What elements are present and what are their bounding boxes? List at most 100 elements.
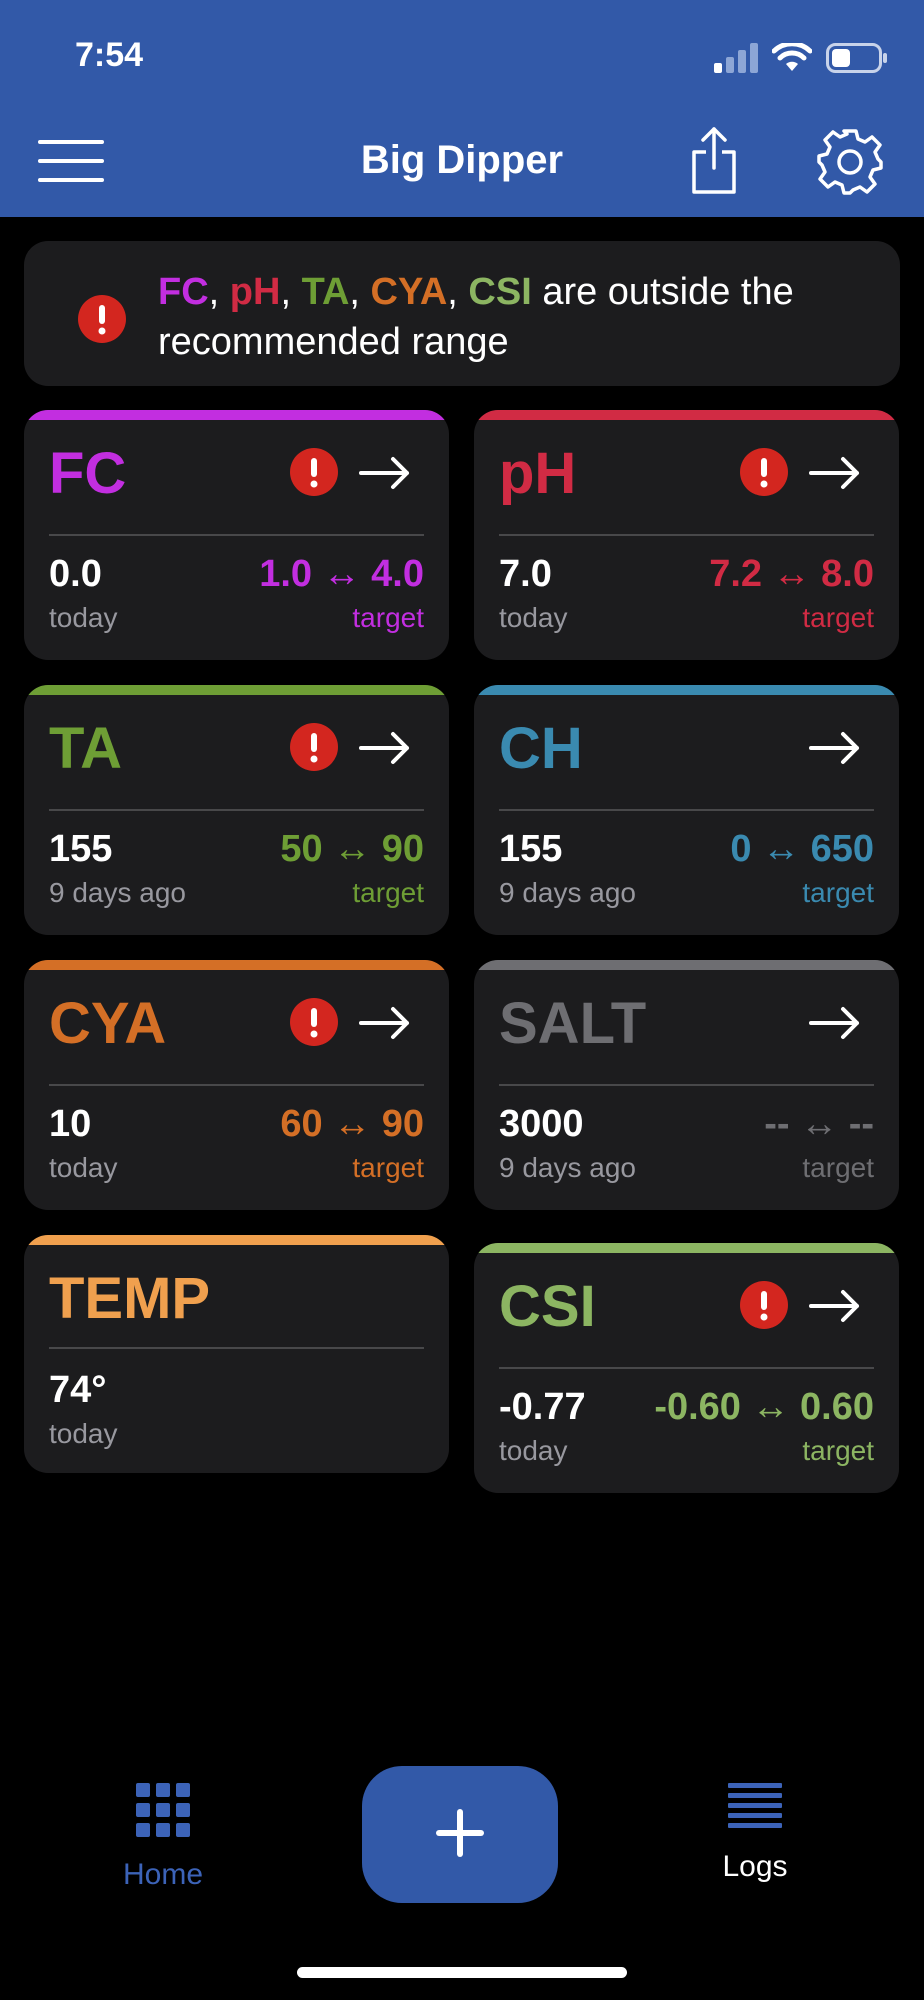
card-csi[interactable]: CSI -0.77 today -0.60 ↔ 0.60 target [474,1243,899,1493]
card-accent-bar [474,960,899,970]
card-title: SALT [499,991,647,1056]
card-title: TEMP [49,1266,211,1331]
tab-logs-label: Logs [722,1850,788,1883]
card-accent-bar [24,410,449,420]
card-timestamp: 9 days ago [499,1152,636,1183]
card-timestamp: today [499,1435,568,1466]
arrow-right-icon[interactable] [809,1289,861,1323]
card-timestamp: today [49,602,118,633]
warning-icon [740,448,788,496]
card-timestamp: today [499,602,568,633]
card-timestamp: 9 days ago [49,877,186,908]
card-target-label: target [352,602,424,633]
card-divider [49,1084,424,1086]
gear-icon [817,129,883,195]
card-ch[interactable]: CH 155 9 days ago 0 ↔ 650 target [474,685,899,935]
arrow-right-icon[interactable] [809,1006,861,1040]
card-target-label: target [802,877,874,908]
card-fc[interactable]: FC 0.0 today 1.0 ↔ 4.0 target [24,410,449,660]
card-divider [49,1347,424,1349]
warning-icon [290,723,338,771]
card-value: -0.77 [499,1386,586,1428]
alert-param-fc: FC [158,271,209,313]
list-icon [728,1783,782,1828]
share-button[interactable] [690,126,738,196]
alert-param-cya: CYA [370,271,448,313]
alert-param-ph: pH [229,271,281,313]
card-temp[interactable]: TEMP 74° today [24,1235,449,1473]
alert-message: FC, pH, TA, CYA, CSI are outside the rec… [158,271,794,363]
card-target-range: 50 ↔ 90 [280,828,424,870]
card-title: CH [499,716,583,781]
page-title: Big Dipper [360,138,564,182]
card-divider [499,534,874,536]
card-accent-bar [24,1235,449,1245]
card-target-label: target [802,1152,874,1183]
alert-param-ta: TA [301,271,350,313]
add-reading-button[interactable] [362,1766,558,1903]
grid-icon [136,1783,190,1837]
tab-home-label: Home [122,1858,204,1891]
card-timestamp: today [49,1152,118,1183]
card-value: 3000 [499,1103,584,1145]
share-icon [692,127,736,194]
warning-icon [290,998,338,1046]
tab-logs[interactable]: Logs [710,1783,800,1884]
card-timestamp: today [49,1418,118,1449]
card-divider [49,809,424,811]
card-divider [499,1084,874,1086]
tab-home[interactable]: Home [118,1783,208,1892]
card-target-range: 1.0 ↔ 4.0 [259,553,424,595]
card-title: CYA [49,991,167,1056]
card-target-label: target [802,602,874,633]
arrow-right-icon[interactable] [809,456,861,490]
warning-icon [290,448,338,496]
card-title: FC [49,441,127,506]
card-ph[interactable]: pH 7.0 today 7.2 ↔ 8.0 target [474,410,899,660]
arrow-right-icon[interactable] [359,731,411,765]
out-of-range-alert: FC, pH, TA, CYA, CSI are outside the rec… [24,241,900,386]
settings-button[interactable] [816,128,884,196]
card-divider [49,534,424,536]
card-target-label: target [802,1435,874,1466]
card-ta[interactable]: TA 155 9 days ago 50 ↔ 90 target [24,685,449,935]
card-accent-bar [474,685,899,695]
card-target-range: 0 ↔ 650 [730,828,874,870]
card-accent-bar [24,685,449,695]
card-target-label: target [352,1152,424,1183]
app-header: 7:54 Big Dipper [0,0,924,217]
plus-icon [436,1809,484,1857]
card-target-range: 60 ↔ 90 [280,1103,424,1145]
warning-icon [78,295,126,343]
card-target-range: 7.2 ↔ 8.0 [709,553,874,595]
arrow-right-icon[interactable] [359,1006,411,1040]
status-time: 7:54 [75,36,144,74]
home-indicator[interactable] [297,1967,627,1978]
card-value: 74° [49,1369,107,1411]
card-target-label: target [352,877,424,908]
card-title: pH [499,441,577,506]
card-timestamp: 9 days ago [499,877,636,908]
battery-icon [826,43,887,73]
alert-param-csi: CSI [468,271,532,313]
card-divider [499,1367,874,1369]
warning-icon [740,1281,788,1329]
card-value: 10 [49,1103,92,1145]
card-target-range: -- ↔ -- [764,1103,874,1145]
card-value: 7.0 [499,553,552,595]
card-value: 0.0 [49,553,102,595]
arrow-right-icon[interactable] [809,731,861,765]
wifi-icon [772,43,812,71]
card-accent-bar [24,960,449,970]
card-value: 155 [499,828,563,870]
card-cya[interactable]: CYA 10 today 60 ↔ 90 target [24,960,449,1210]
card-target-range: -0.60 ↔ 0.60 [654,1386,874,1428]
card-divider [499,809,874,811]
card-title: TA [49,716,123,781]
card-title: CSI [499,1274,596,1339]
arrow-right-icon[interactable] [359,456,411,490]
card-accent-bar [474,410,899,420]
card-salt[interactable]: SALT 3000 9 days ago -- ↔ -- target [474,960,899,1210]
cellular-signal-icon [714,43,758,73]
card-value: 155 [49,828,113,870]
